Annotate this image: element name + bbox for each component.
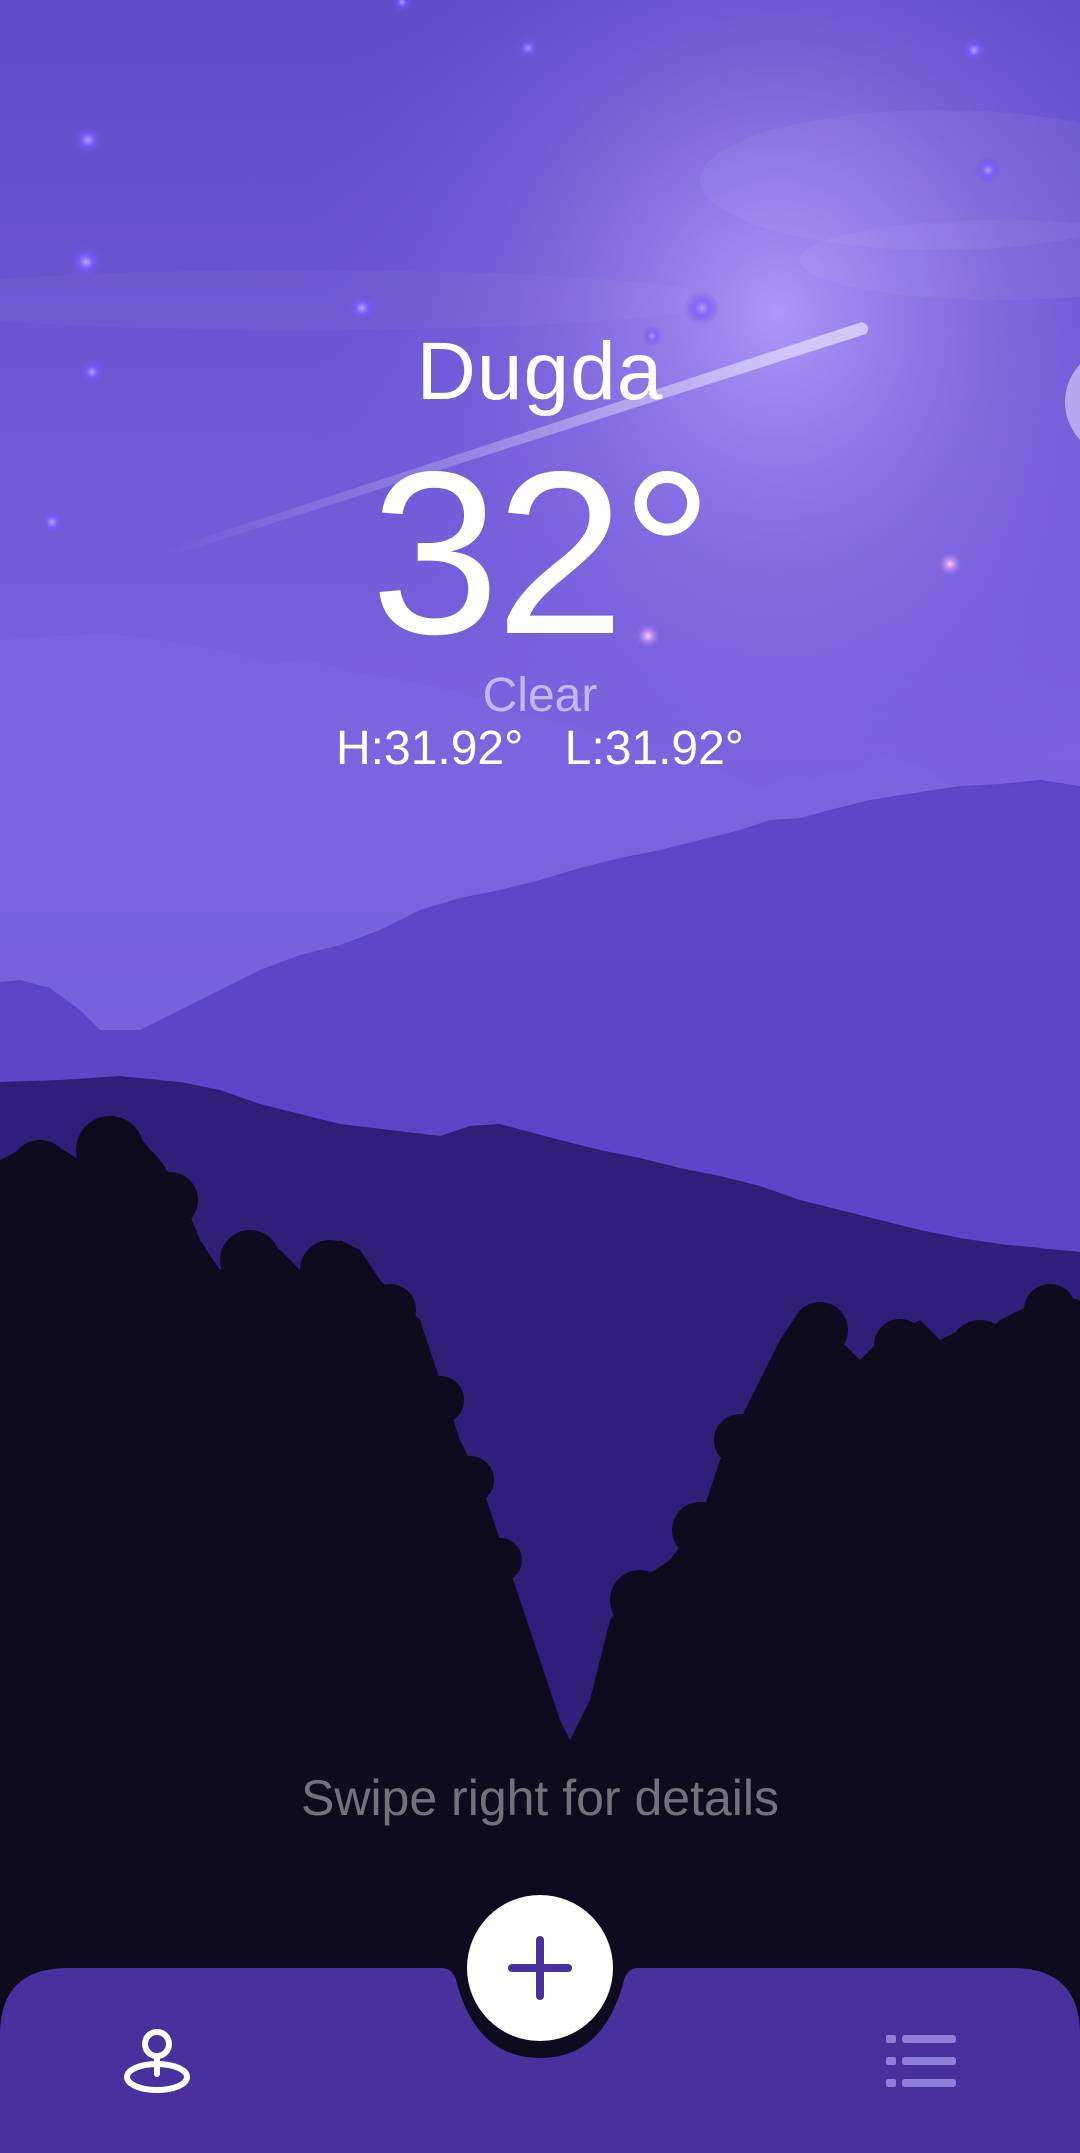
locations-button[interactable] [112,2016,202,2106]
weather-screen: Dugda 32° Clear H:31.92° L:31.92° Swipe … [0,0,1080,2153]
add-city-button[interactable] [467,1895,613,2041]
plus-icon [508,1936,572,2000]
list-icon [886,2035,956,2087]
high-low-temperatures: H:31.92° L:31.92° [0,720,1080,778]
high-temperature: H:31.92° [336,722,524,775]
location-pin-icon [124,2029,190,2093]
weather-condition: Clear [482,669,598,722]
current-temperature: 32° [370,424,714,683]
swipe-hint: Swipe right for details [300,1770,779,1826]
city-name: Dugda [416,326,664,417]
city-list-button[interactable] [876,2016,966,2106]
low-temperature: L:31.92° [564,722,744,775]
